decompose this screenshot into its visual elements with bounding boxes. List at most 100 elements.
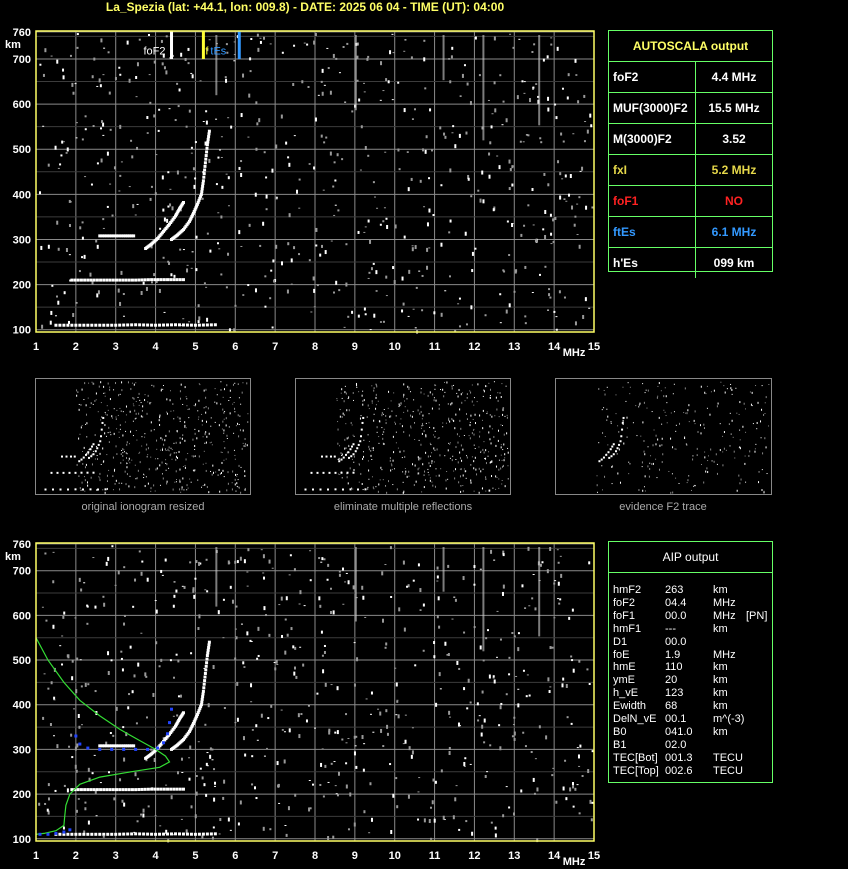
noise-speck xyxy=(454,797,457,802)
thumb-speck xyxy=(185,458,187,461)
noise-speck xyxy=(542,58,545,62)
thumb-trace-point xyxy=(102,416,105,419)
noise-speck xyxy=(412,308,415,310)
thumb-speck xyxy=(108,469,110,471)
thumb-speck xyxy=(186,398,188,400)
noise-speck xyxy=(532,574,535,576)
thumb-speck xyxy=(763,491,765,494)
thumb-speck xyxy=(764,413,766,415)
noise-speck xyxy=(563,198,566,200)
thumb-trace-point xyxy=(334,488,337,491)
noise-speck xyxy=(324,250,327,255)
thumb-speck xyxy=(204,483,206,486)
thumb-speck xyxy=(644,490,646,492)
noise-speck xyxy=(474,36,477,40)
noise-speck xyxy=(459,95,462,97)
trace-point xyxy=(154,832,158,836)
noise-speck xyxy=(578,812,581,815)
thumb-trace-point xyxy=(351,445,353,448)
noise-speck xyxy=(484,314,487,317)
noise-speck xyxy=(186,264,189,266)
noise-speck xyxy=(394,667,397,669)
thumb-speck xyxy=(697,430,699,433)
noise-speck xyxy=(169,203,172,207)
thumb-speck xyxy=(124,470,126,473)
noise-speck xyxy=(195,268,198,272)
noise-speck xyxy=(530,751,533,754)
thumb-speck xyxy=(670,491,672,494)
trace-point xyxy=(62,830,66,834)
thumb-speck xyxy=(470,414,472,417)
thumb-speck xyxy=(479,435,481,438)
thumb-trace-point xyxy=(352,443,355,446)
noise-speck xyxy=(42,125,45,127)
noise-speck xyxy=(585,205,588,210)
thumb-trace-point xyxy=(600,458,603,461)
noise-speck xyxy=(262,221,265,226)
thumb-speck xyxy=(378,442,380,444)
thumb-speck xyxy=(457,461,459,464)
noise-speck xyxy=(565,797,568,801)
thumb-speck xyxy=(237,383,239,385)
noise-speck xyxy=(105,561,108,566)
thumb-speck xyxy=(750,403,752,406)
noise-speck xyxy=(566,716,569,719)
thumb-speck xyxy=(739,439,741,441)
thumb-speck xyxy=(160,437,162,440)
noise-speck xyxy=(437,596,440,601)
thumb-speck xyxy=(502,465,504,468)
noise-speck xyxy=(92,557,95,559)
thumb-speck xyxy=(495,475,497,478)
thumb-speck xyxy=(371,447,373,449)
thumb-speck xyxy=(218,468,220,471)
noise-speck xyxy=(421,309,424,312)
noise-speck xyxy=(234,657,237,660)
thumb-speck xyxy=(410,425,412,428)
x-tick-label: 7 xyxy=(272,341,278,353)
noise-speck xyxy=(303,605,306,607)
noise-speck xyxy=(345,282,348,287)
noise-speck xyxy=(240,113,243,118)
trace-point xyxy=(202,686,206,690)
thumb-speck xyxy=(78,475,80,477)
noise-speck xyxy=(61,140,64,144)
thumb-speck xyxy=(685,412,687,414)
trace-point xyxy=(90,832,94,836)
thumb-speck xyxy=(434,430,436,432)
noise-speck xyxy=(524,315,527,318)
thumb-speck xyxy=(395,431,397,433)
trace-point xyxy=(118,788,122,792)
thumb-speck xyxy=(383,443,385,446)
thumb-speck xyxy=(78,403,80,405)
thumb-speck xyxy=(142,405,144,408)
thumb-speck xyxy=(339,474,341,476)
noise-speck xyxy=(119,778,122,782)
noise-speck xyxy=(423,57,426,62)
thumb-speck xyxy=(186,484,188,487)
noise-speck xyxy=(159,825,162,827)
aip-row-name: foF2 xyxy=(613,596,636,609)
noise-speck xyxy=(122,293,125,296)
thumb-speck xyxy=(604,393,606,396)
thumb-speck xyxy=(704,391,706,394)
thumb-speck xyxy=(421,432,423,435)
thumb-speck xyxy=(683,412,685,414)
noise-speck xyxy=(206,232,209,235)
noise-speck xyxy=(57,300,60,305)
thumb-speck xyxy=(84,382,86,385)
noise-speck xyxy=(487,99,490,101)
noise-speck xyxy=(448,746,451,750)
noise-streak xyxy=(442,547,445,592)
thumb-speck xyxy=(720,381,722,383)
thumb-speck xyxy=(89,406,91,408)
thumb-speck xyxy=(754,448,756,450)
thumb-speck xyxy=(474,456,476,459)
thumb-speck xyxy=(428,462,430,465)
thumb-speck xyxy=(434,435,436,438)
thumb-speck xyxy=(673,383,675,385)
thumb-speck xyxy=(403,411,405,413)
thumb-speck xyxy=(449,442,451,444)
thumb-speck xyxy=(360,415,362,417)
thumb-trace-point xyxy=(350,455,353,458)
noise-speck xyxy=(369,713,372,715)
